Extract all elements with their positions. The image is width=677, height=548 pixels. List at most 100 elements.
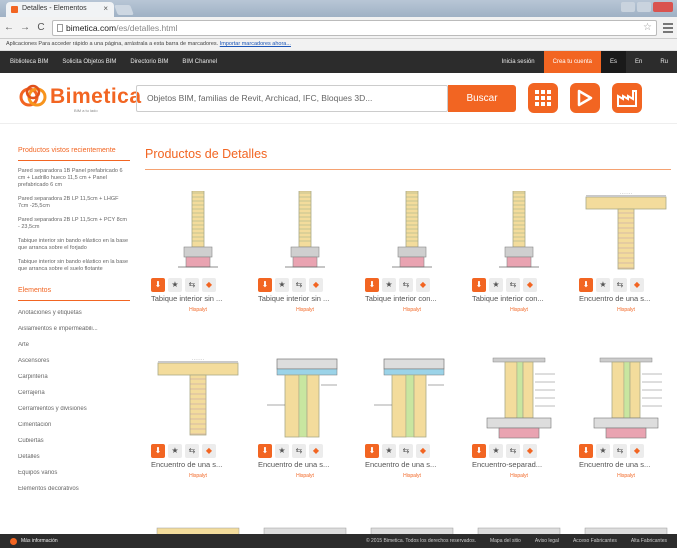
download-icon[interactable]: ⬇: [472, 278, 486, 292]
category-item[interactable]: Anotaciones y etiquetas: [18, 310, 130, 317]
product-brand[interactable]: Hispalyt: [145, 473, 251, 479]
cube-3d-icon[interactable]: ◆: [309, 278, 323, 292]
bimetica-logo[interactable]: Bimetica BIM a tu lado: [18, 83, 142, 113]
product-thumbnail[interactable]: - - - - - - -: [573, 186, 677, 276]
cube-3d-icon[interactable]: ◆: [416, 444, 430, 458]
product-card[interactable]: ⬇ ★ ⇆ ◆ Tabique interior sin ... Hispalyt: [145, 186, 251, 313]
category-item[interactable]: Ascensores: [18, 358, 130, 365]
product-thumbnail[interactable]: [573, 352, 677, 442]
cube-3d-icon[interactable]: ◆: [202, 278, 216, 292]
category-item[interactable]: Cubiertas: [18, 438, 130, 445]
favorite-star-icon[interactable]: ★: [275, 444, 289, 458]
product-title[interactable]: Tabique interior con...: [466, 294, 572, 303]
nav-solicita-objetos[interactable]: Solicita Objetos BIM: [62, 59, 116, 65]
compare-icon[interactable]: ⇆: [506, 278, 520, 292]
product-title[interactable]: Encuentro de una s...: [573, 460, 677, 469]
login-link[interactable]: Inicia sesión: [493, 51, 544, 73]
product-title[interactable]: Tabique interior sin ...: [145, 294, 251, 303]
bookmark-star-icon[interactable]: ☆: [643, 22, 652, 33]
more-info-link[interactable]: Más información: [10, 537, 58, 545]
favorite-star-icon[interactable]: ★: [489, 444, 503, 458]
product-thumbnail[interactable]: [252, 352, 358, 442]
product-title[interactable]: Tabique interior sin ...: [252, 294, 358, 303]
product-title[interactable]: Encuentro-separad...: [466, 460, 572, 469]
product-brand[interactable]: Hispalyt: [145, 307, 251, 313]
product-title[interactable]: Encuentro de una s...: [359, 460, 465, 469]
compare-icon[interactable]: ⇆: [399, 278, 413, 292]
cube-3d-icon[interactable]: ◆: [202, 444, 216, 458]
product-card[interactable]: ⬇ ★ ⇆ ◆ Encuentro de una s... Hispalyt: [573, 352, 677, 479]
product-brand[interactable]: Hispalyt: [359, 307, 465, 313]
manufacturers-button[interactable]: [612, 83, 642, 113]
nav-bim-channel[interactable]: BIM Channel: [182, 59, 217, 65]
product-thumbnail[interactable]: [145, 186, 251, 276]
compare-icon[interactable]: ⇆: [185, 444, 199, 458]
back-icon[interactable]: ←: [4, 22, 14, 33]
product-title[interactable]: Tabique interior con...: [359, 294, 465, 303]
favorite-star-icon[interactable]: ★: [168, 444, 182, 458]
product-thumbnail[interactable]: - - - - - - -: [145, 352, 251, 442]
compare-icon[interactable]: ⇆: [399, 444, 413, 458]
product-brand[interactable]: Hispalyt: [466, 473, 572, 479]
download-icon[interactable]: ⬇: [579, 278, 593, 292]
compare-icon[interactable]: ⇆: [292, 278, 306, 292]
product-thumbnail[interactable]: [466, 352, 572, 442]
product-brand[interactable]: Hispalyt: [573, 307, 677, 313]
search-button[interactable]: Buscar: [448, 85, 516, 112]
product-brand[interactable]: Hispalyt: [573, 473, 677, 479]
download-icon[interactable]: ⬇: [258, 278, 272, 292]
cube-3d-icon[interactable]: ◆: [523, 444, 537, 458]
favorite-star-icon[interactable]: ★: [596, 444, 610, 458]
favorite-star-icon[interactable]: ★: [382, 278, 396, 292]
cube-3d-icon[interactable]: ◆: [630, 444, 644, 458]
product-card[interactable]: - - - - - - - ⬇ ★ ⇆ ◆ Encuentro de una s... Hi…: [145, 352, 251, 479]
category-item[interactable]: Arte: [18, 342, 130, 349]
product-card[interactable]: ⬇ ★ ⇆ ◆ Encuentro-separad... Hispalyt: [466, 352, 572, 479]
lang-ru[interactable]: Ru: [651, 51, 677, 73]
category-item[interactable]: Detalles: [18, 454, 130, 461]
compare-icon[interactable]: ⇆: [613, 278, 627, 292]
cube-3d-icon[interactable]: ◆: [416, 278, 430, 292]
product-card[interactable]: ⬇ ★ ⇆ ◆ Encuentro de una s... Hispalyt: [359, 352, 465, 479]
download-icon[interactable]: ⬇: [472, 444, 486, 458]
product-card[interactable]: ⬇ ★ ⇆ ◆ Tabique interior con... Hispalyt: [466, 186, 572, 313]
compare-icon[interactable]: ⇆: [185, 278, 199, 292]
reload-icon[interactable]: C: [36, 22, 46, 33]
category-item[interactable]: Cerrajería: [18, 390, 130, 397]
lang-en[interactable]: En: [626, 51, 651, 73]
browser-tab[interactable]: Detalles - Elementos ×: [6, 2, 114, 17]
product-title[interactable]: Encuentro de una s...: [573, 294, 677, 303]
product-thumbnail[interactable]: [252, 186, 358, 276]
favorite-star-icon[interactable]: ★: [275, 278, 289, 292]
category-item[interactable]: Carpintería: [18, 374, 130, 381]
nav-biblioteca-bim[interactable]: Biblioteca BIM: [10, 59, 48, 65]
download-icon[interactable]: ⬇: [365, 278, 379, 292]
close-window-button[interactable]: [653, 2, 673, 12]
chrome-menu-icon[interactable]: [663, 22, 673, 33]
product-brand[interactable]: Hispalyt: [466, 307, 572, 313]
search-input[interactable]: Objetos BIM, familias de Revit, Archicad…: [136, 85, 448, 112]
compare-icon[interactable]: ⇆: [292, 444, 306, 458]
cube-3d-icon[interactable]: ◆: [630, 278, 644, 292]
product-card[interactable]: - - - - - - - ⬇ ★ ⇆ ◆ Encuentro de una s... Hi…: [573, 186, 677, 313]
download-icon[interactable]: ⬇: [151, 278, 165, 292]
footer-link-signup[interactable]: Alta Fabricantes: [631, 538, 667, 544]
download-icon[interactable]: ⬇: [579, 444, 593, 458]
category-item[interactable]: Elementos decorativos: [18, 486, 130, 493]
import-bookmarks-link[interactable]: Importar marcadores ahora...: [220, 41, 291, 47]
channel-button[interactable]: [570, 83, 600, 113]
category-item[interactable]: Aislamientos e impermeabili...: [18, 326, 130, 333]
url-input[interactable]: bimetica.com/es/detalles.html ☆: [52, 19, 657, 36]
signup-button[interactable]: Crea tu cuenta: [543, 51, 601, 73]
recent-item[interactable]: Pared separadora 2B LP 11,5cm + PCY 8cm …: [18, 217, 130, 231]
maximize-button[interactable]: [637, 2, 651, 12]
cube-3d-icon[interactable]: ◆: [309, 444, 323, 458]
grid-view-button[interactable]: [528, 83, 558, 113]
product-card[interactable]: ⬇ ★ ⇆ ◆ Tabique interior sin ... Hispalyt: [252, 186, 358, 313]
favorite-star-icon[interactable]: ★: [382, 444, 396, 458]
footer-link-legal[interactable]: Aviso legal: [535, 538, 559, 544]
recent-item[interactable]: Pared separadora 2B LP 11,5cm + LHGF 7cm…: [18, 196, 130, 210]
close-tab-icon[interactable]: ×: [103, 4, 108, 13]
favorite-star-icon[interactable]: ★: [168, 278, 182, 292]
cube-3d-icon[interactable]: ◆: [523, 278, 537, 292]
